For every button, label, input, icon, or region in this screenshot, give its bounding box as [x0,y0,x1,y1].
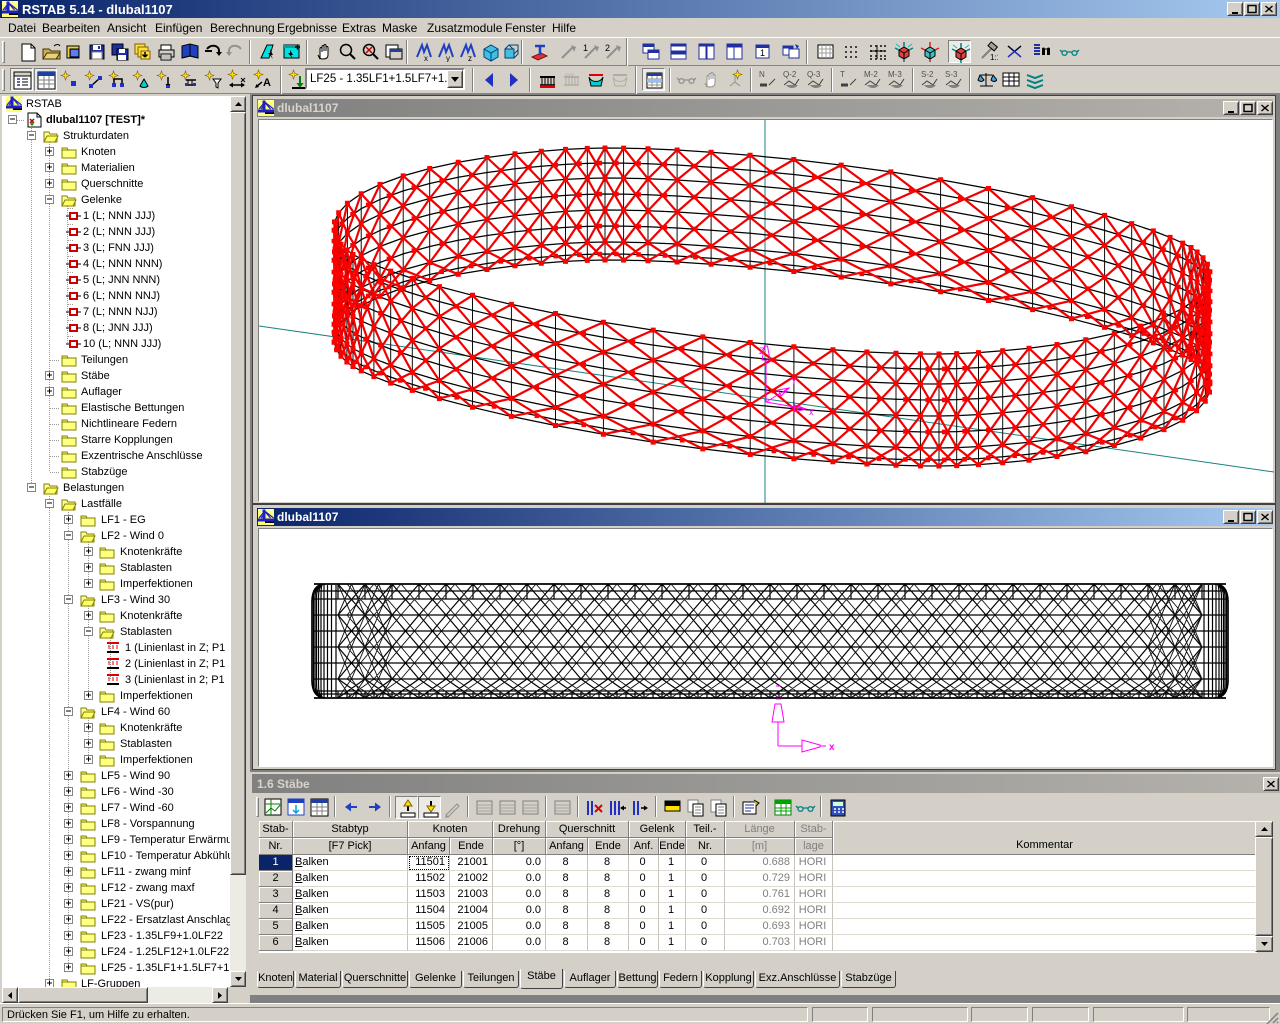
svg-text:M-2: M-2 [864,70,878,79]
svg-text:M-3: M-3 [888,70,902,79]
svg-text:Q-3: Q-3 [807,70,821,79]
svg-text:S-2: S-2 [921,70,934,79]
svg-text:2: 2 [605,43,610,53]
svg-text:A: A [263,77,271,89]
svg-text:1:1: 1:1 [990,53,998,62]
svg-text:x: x [809,407,814,417]
svg-text:T: T [840,70,845,79]
svg-text:N: N [759,70,765,79]
svg-text:xxx: xxx [565,73,574,79]
svg-text:x: x [829,742,835,753]
svg-text:1: 1 [583,43,588,53]
svg-text:z: z [468,54,472,62]
svg-text:1: 1 [760,48,765,58]
svg-text:S-3: S-3 [945,70,958,79]
svg-text:x: x [424,54,428,62]
svg-text:Z: Z [759,346,765,356]
svg-text:y: y [446,54,450,62]
svg-text:Q-2: Q-2 [783,70,797,79]
svg-text:Y: Y [791,376,797,386]
